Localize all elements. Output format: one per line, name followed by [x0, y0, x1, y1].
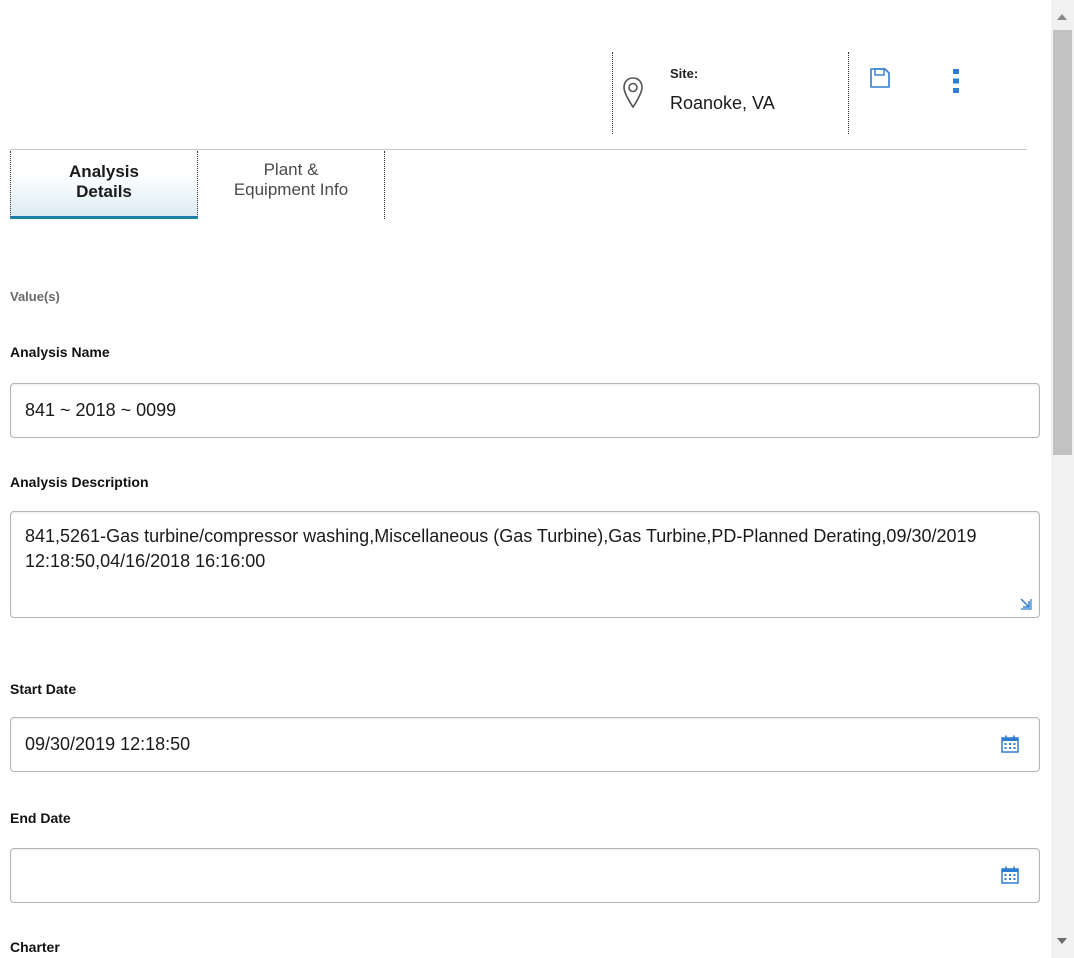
- calendar-icon[interactable]: [1000, 865, 1020, 885]
- tab-label-line2: Equipment Info: [233, 180, 349, 199]
- analysis-description-textarea[interactable]: 841,5261-Gas turbine/compressor washing,…: [10, 511, 1040, 618]
- end-date-input[interactable]: [10, 848, 1040, 903]
- header-divider: [612, 52, 613, 134]
- tab-label-line2: Details: [76, 182, 132, 201]
- scroll-thumb[interactable]: [1053, 30, 1072, 455]
- tab-label-line1: Analysis: [69, 162, 139, 181]
- section-label: Value(s): [10, 289, 60, 304]
- page-header: Site: Roanoke, VA: [0, 0, 1040, 150]
- tab-plant-equipment-info[interactable]: Plant & Equipment Info: [198, 151, 385, 219]
- site-value: Roanoke, VA: [670, 93, 775, 113]
- analysis-description-label: Analysis Description: [10, 474, 149, 490]
- more-vertical-icon[interactable]: [950, 66, 962, 96]
- save-icon[interactable]: [868, 66, 892, 90]
- start-date-label: Start Date: [10, 681, 77, 697]
- analysis-name-value: 841 ~ 2018 ~ 0099: [25, 400, 177, 420]
- resize-handle-icon[interactable]: [1019, 597, 1033, 611]
- calendar-icon[interactable]: [1000, 734, 1020, 754]
- charter-label: Charter: [10, 939, 60, 955]
- scroll-up-arrow-icon[interactable]: [1057, 14, 1067, 20]
- analysis-name-label: Analysis Name: [10, 344, 110, 360]
- start-date-value: 09/30/2019 12:18:50: [25, 734, 191, 754]
- start-date-input[interactable]: 09/30/2019 12:18:50: [10, 717, 1040, 772]
- tab-analysis-details[interactable]: Analysis Details: [10, 151, 198, 219]
- vertical-scrollbar[interactable]: [1051, 0, 1074, 958]
- end-date-label: End Date: [10, 810, 71, 826]
- header-underline: [10, 149, 1027, 150]
- scroll-down-arrow-icon[interactable]: [1057, 938, 1067, 944]
- location-pin-icon: [623, 77, 643, 109]
- analysis-description-value: 841,5261-Gas turbine/compressor washing,…: [25, 526, 977, 571]
- analysis-name-input[interactable]: 841 ~ 2018 ~ 0099: [10, 383, 1040, 438]
- site-label: Site:: [670, 66, 699, 81]
- tab-label-line1: Plant &: [263, 160, 319, 179]
- header-divider: [848, 52, 849, 134]
